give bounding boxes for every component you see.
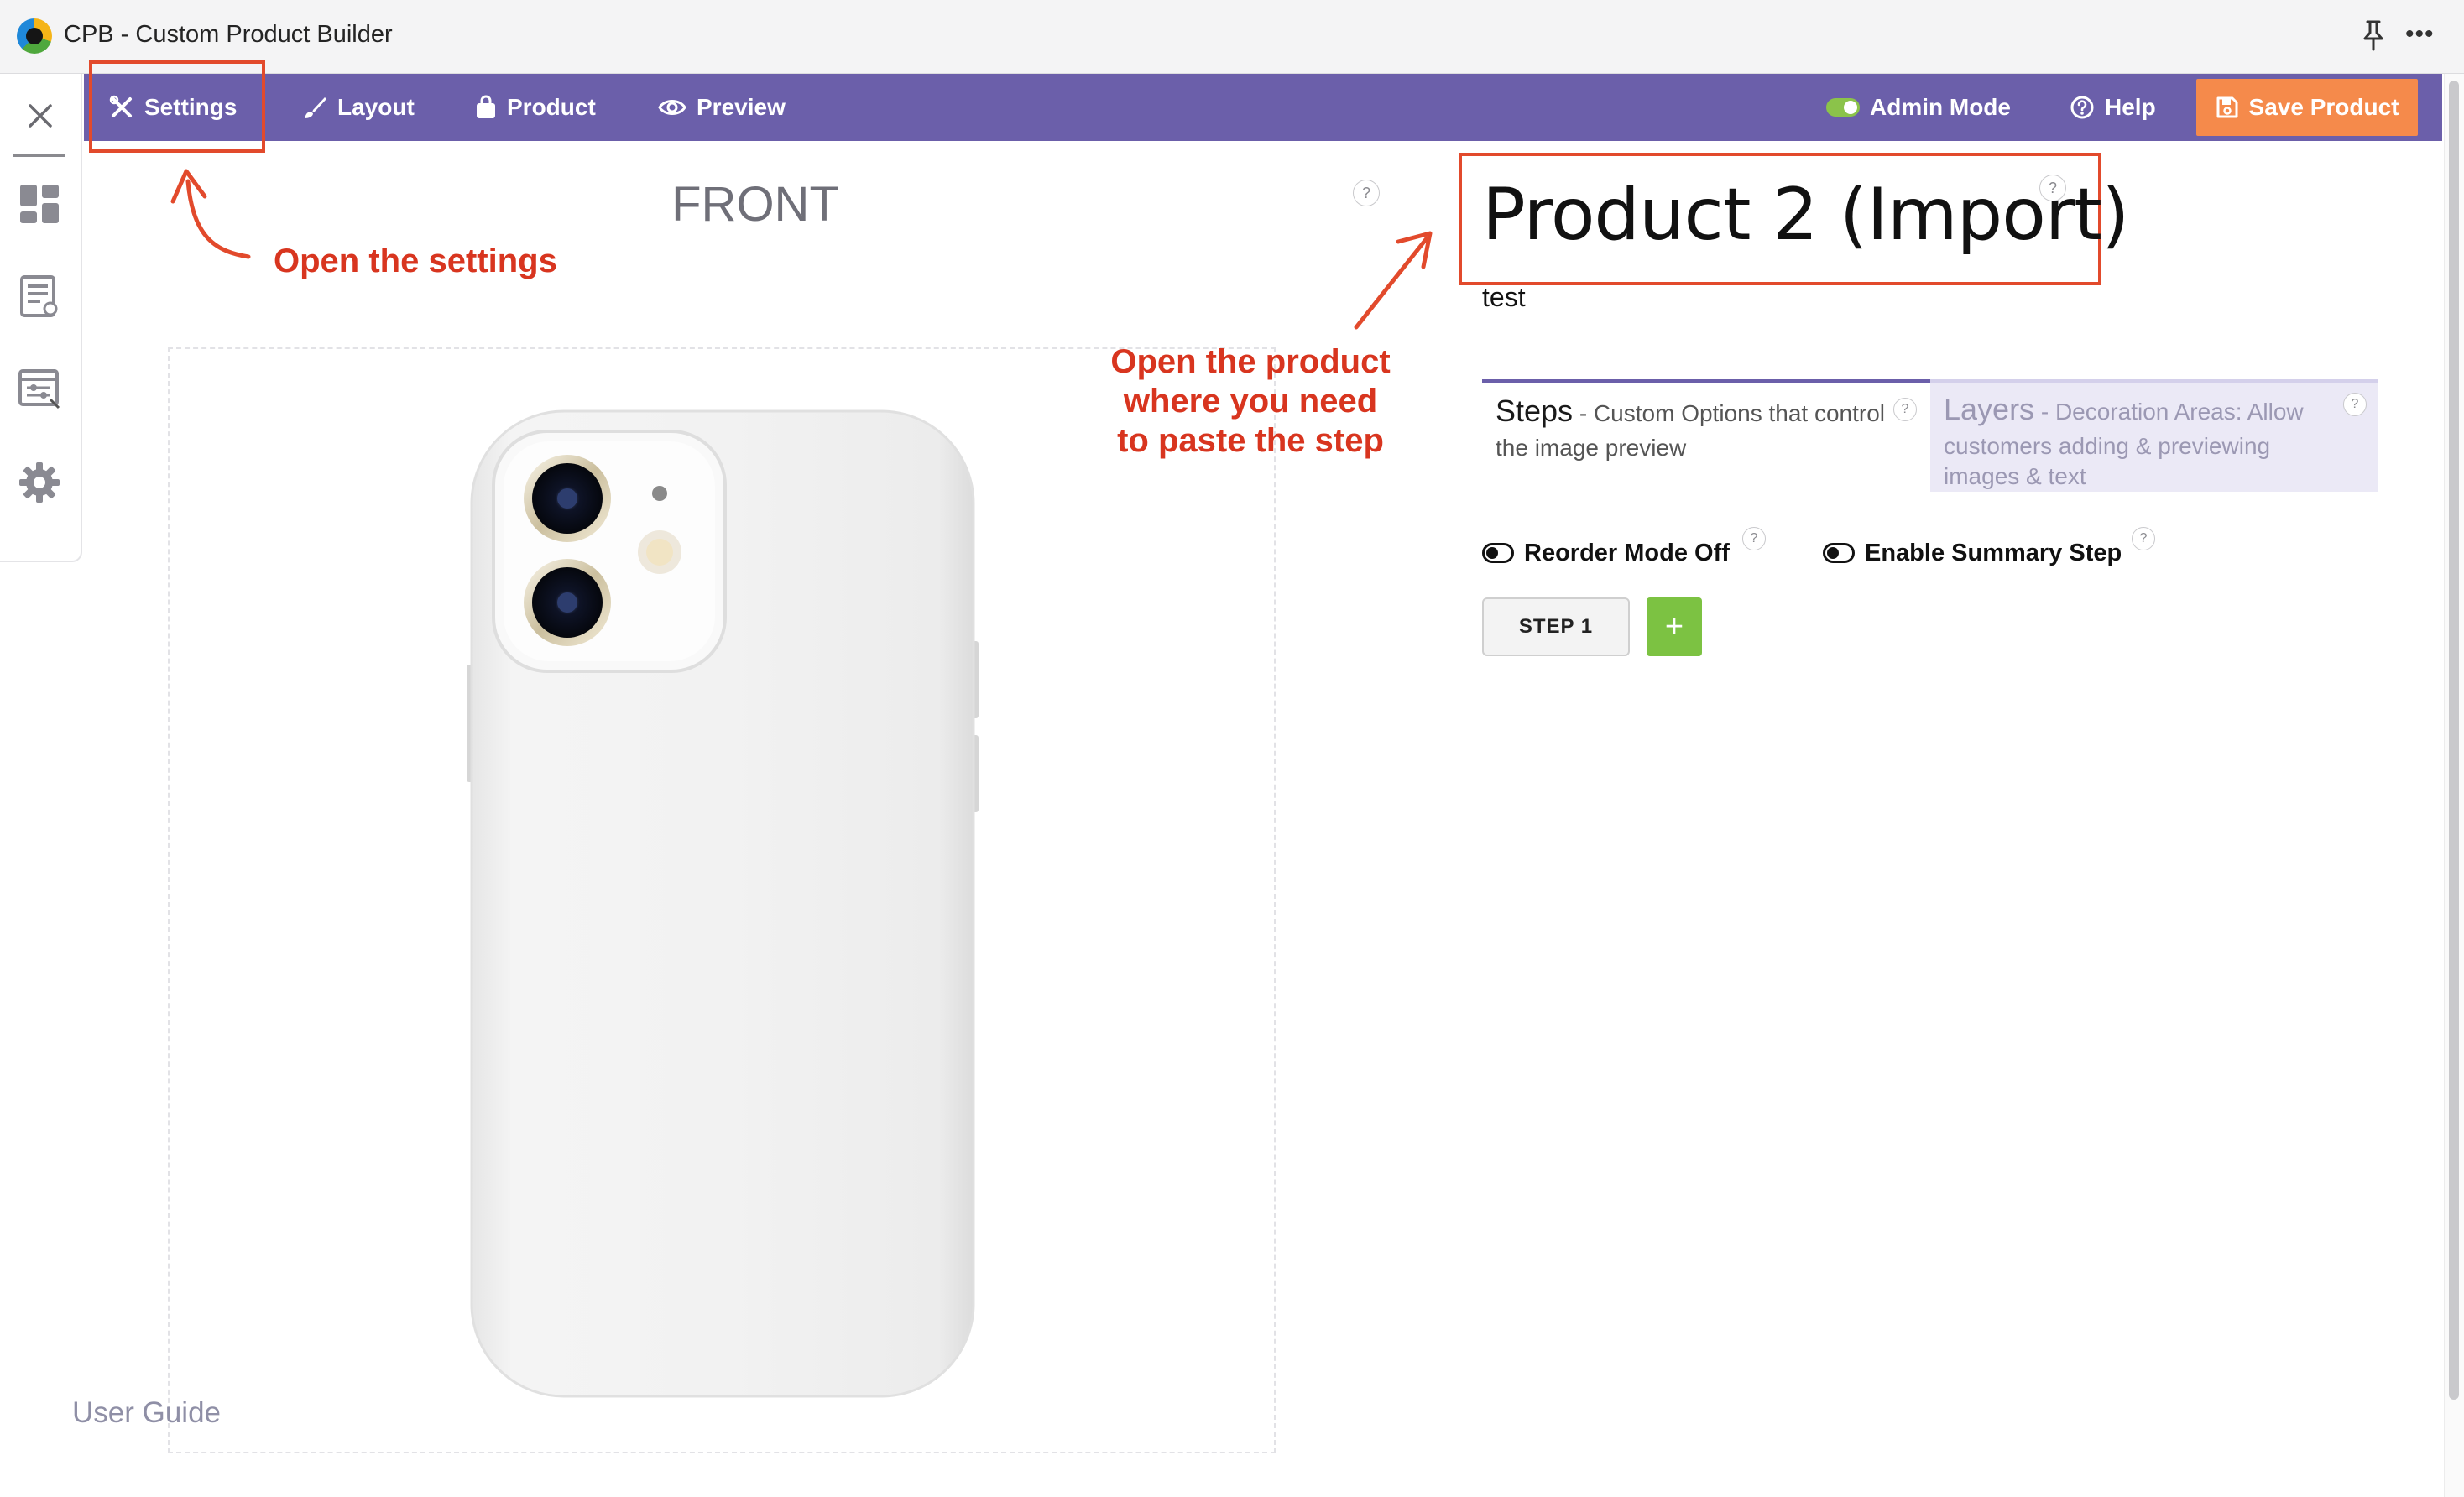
floppy-disk-icon	[2216, 96, 2238, 118]
toggle-off-icon	[1482, 543, 1514, 563]
view-label: FRONT	[671, 177, 839, 232]
top-navbar: Settings Layout Product Preview Admin Mo…	[84, 74, 2442, 141]
reorder-mode-label: Reorder Mode Off	[1524, 539, 1730, 566]
product-list-icon[interactable]	[17, 274, 62, 319]
summary-step-label: Enable Summary Step	[1865, 539, 2122, 566]
title-help-icon[interactable]: ?	[2039, 175, 2066, 201]
reorder-help-icon[interactable]: ?	[1742, 527, 1766, 550]
dashboard-icon[interactable]	[17, 181, 62, 227]
settings-arrow-icon	[170, 169, 251, 259]
toggle-on-icon	[1826, 98, 1860, 117]
window-title: CPB - Custom Product Builder	[64, 21, 393, 48]
left-sidebar	[0, 74, 82, 562]
settings-annotation: Open the settings	[274, 243, 557, 279]
nav-product-label: Product	[507, 94, 596, 120]
tab-steps[interactable]: Steps - Custom Options that control the …	[1482, 379, 1930, 492]
sidebar-divider	[13, 154, 65, 157]
add-step-button[interactable]: +	[1647, 597, 1702, 656]
tab-layers-label: Layers	[1944, 392, 2035, 426]
save-product-button[interactable]: Save Product	[2196, 79, 2418, 136]
nav-layout-label: Layout	[337, 94, 415, 120]
save-product-label: Save Product	[2248, 94, 2399, 120]
nav-product[interactable]: Product	[475, 74, 596, 141]
product-annotation: Open the product where you need to paste…	[1083, 342, 1418, 461]
eye-icon	[658, 100, 686, 115]
tab-layers-description-cont: customers adding & previewing	[1944, 433, 2271, 459]
bag-icon	[477, 95, 495, 118]
tab-steps-description: - Custom Options that control	[1573, 400, 1885, 426]
reorder-mode-toggle[interactable]: Reorder Mode Off	[1482, 534, 1730, 572]
pin-icon[interactable]	[2358, 18, 2388, 52]
view-help-icon[interactable]: ?	[1353, 180, 1380, 206]
product-annotation-line: to paste the step	[1117, 422, 1384, 459]
step-button[interactable]: STEP 1	[1482, 597, 1630, 656]
product-annotation-line: where you need	[1123, 383, 1378, 420]
nav-layout[interactable]: Layout	[302, 74, 415, 141]
window-titlebar: CPB - Custom Product Builder •••	[0, 0, 2464, 74]
app-logo-icon	[17, 18, 52, 54]
help-label: Help	[2105, 94, 2156, 120]
layers-help-icon[interactable]: ?	[2343, 393, 2367, 416]
summary-help-icon[interactable]: ?	[2132, 527, 2155, 550]
scrollbar-thumb[interactable]	[2449, 81, 2459, 1400]
brush-icon	[305, 97, 326, 118]
product-annotation-line: Open the product	[1110, 343, 1391, 380]
tab-layers-description-cont: images & text	[1944, 463, 2086, 489]
tab-layers[interactable]: Layers - Decoration Areas: Allow custome…	[1930, 379, 2378, 492]
phone-case-image	[467, 409, 979, 1398]
admin-mode-toggle[interactable]: Admin Mode	[1826, 74, 2011, 141]
nav-preview[interactable]: Preview	[658, 74, 786, 141]
product-title[interactable]: Product 2 (Import)	[1482, 173, 2129, 257]
tab-layers-description: - Decoration Areas: Allow	[2034, 399, 2304, 425]
more-options-icon[interactable]: •••	[2405, 22, 2435, 50]
user-guide-link[interactable]: User Guide	[72, 1396, 221, 1430]
product-arrow-icon	[1354, 231, 1433, 330]
sliders-icon[interactable]	[17, 366, 62, 411]
summary-step-toggle[interactable]: Enable Summary Step	[1823, 534, 2122, 572]
tab-steps-description-cont: the image preview	[1496, 435, 1687, 461]
admin-mode-label: Admin Mode	[1870, 94, 2011, 120]
steps-help-icon[interactable]: ?	[1893, 398, 1917, 421]
gear-icon[interactable]	[17, 460, 62, 505]
tab-steps-label: Steps	[1496, 394, 1574, 428]
help-button[interactable]: Help	[2070, 74, 2156, 141]
product-description[interactable]: test	[1482, 282, 1526, 313]
page-scrollbar[interactable]	[2444, 74, 2464, 1497]
settings-highlight-box	[89, 60, 265, 153]
close-icon[interactable]	[23, 99, 57, 133]
nav-preview-label: Preview	[697, 94, 786, 120]
help-circle-icon	[2070, 96, 2094, 119]
toggle-off-icon	[1823, 543, 1855, 563]
